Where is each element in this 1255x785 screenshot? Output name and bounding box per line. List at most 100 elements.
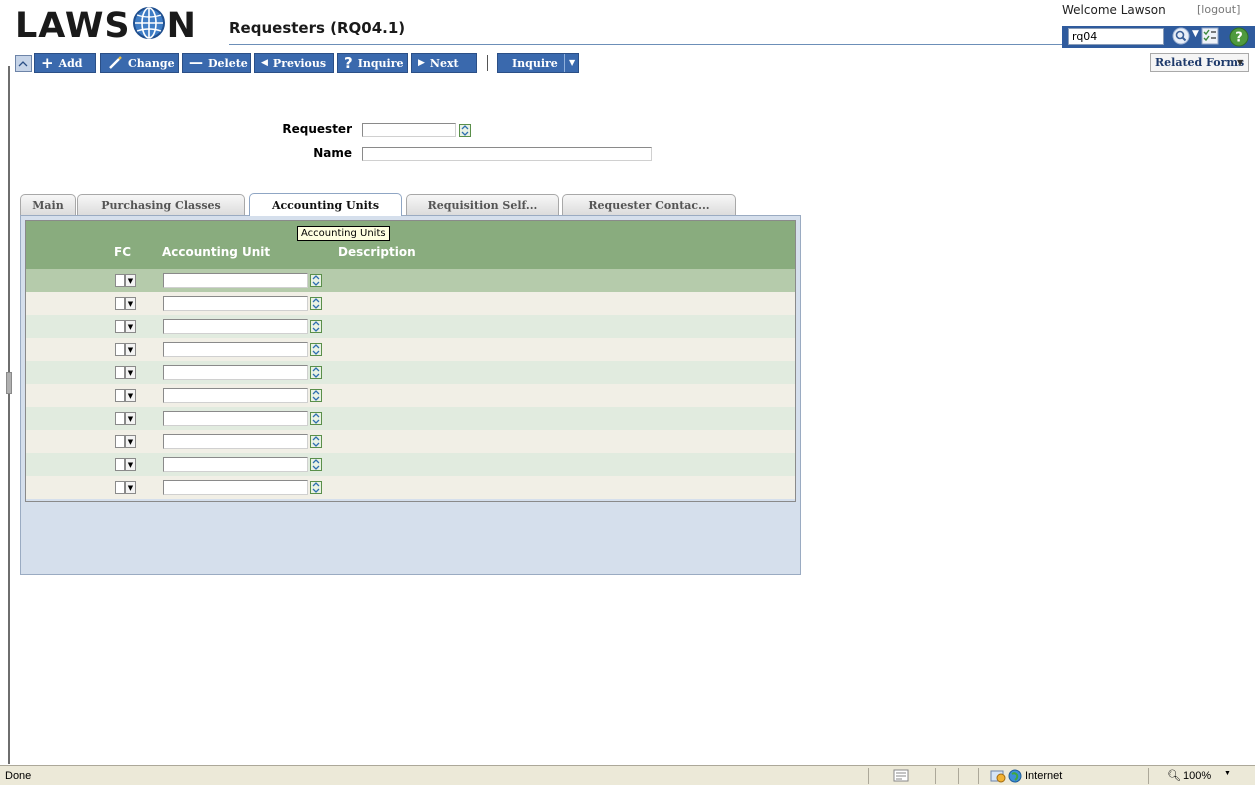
change-button[interactable]: Change: [100, 53, 179, 73]
welcome-text: Welcome Lawson: [1062, 3, 1166, 17]
accounting-unit-input[interactable]: [163, 457, 308, 472]
search-menu-chevron-icon[interactable]: ▼: [1192, 29, 1199, 39]
internet-globe-icon: [1008, 769, 1022, 783]
change-button-label: Change: [128, 56, 175, 70]
checklist-icon[interactable]: [1201, 27, 1219, 45]
select-lookup-icon[interactable]: [310, 274, 322, 287]
grid-header: FC Accounting Unit Description: [26, 221, 795, 269]
status-divider: [1148, 768, 1149, 784]
delete-button-label: Delete: [208, 56, 248, 70]
select-lookup-icon[interactable]: [310, 389, 322, 402]
security-zone-label: Internet: [1025, 770, 1063, 782]
name-input[interactable]: [362, 147, 652, 161]
triangle-left-icon: ◀: [261, 58, 268, 68]
fc-checkbox[interactable]: [115, 343, 125, 356]
fc-dropdown-chevron-down-icon[interactable]: ▼: [125, 320, 136, 333]
tab-requisition-self[interactable]: Requisition Self...: [406, 194, 559, 215]
status-bar: Done Internet 🔍︎ 100% ▼: [0, 765, 1255, 785]
delete-button[interactable]: — Delete: [182, 53, 251, 73]
fc-column-header: FC: [114, 245, 132, 259]
related-forms-dropdown[interactable]: Related Forms ▼: [1150, 53, 1249, 72]
fc-checkbox[interactable]: [115, 274, 125, 287]
status-divider: [978, 768, 979, 784]
requester-input[interactable]: [362, 123, 456, 137]
fc-dropdown-chevron-down-icon[interactable]: ▼: [125, 458, 136, 471]
fc-dropdown-chevron-down-icon[interactable]: ▼: [125, 389, 136, 402]
fc-checkbox[interactable]: [115, 412, 125, 425]
status-text: Done: [5, 770, 32, 782]
fc-checkbox[interactable]: [115, 366, 125, 379]
splitter-handle[interactable]: [6, 372, 12, 394]
fc-dropdown-chevron-down-icon[interactable]: ▼: [125, 343, 136, 356]
search-input[interactable]: [1068, 28, 1164, 45]
accounting-unit-input[interactable]: [163, 342, 308, 357]
page-title: Requesters (RQ04.1): [229, 19, 406, 37]
select-lookup-icon[interactable]: [310, 412, 322, 425]
table-row: ▼: [26, 338, 795, 361]
select-lookup-icon[interactable]: [310, 481, 322, 494]
zoom-chevron-down-icon[interactable]: ▼: [1224, 770, 1231, 777]
select-lookup-icon[interactable]: [310, 343, 322, 356]
protected-mode-icon: [990, 770, 1006, 783]
fc-checkbox[interactable]: [115, 435, 125, 448]
previous-button[interactable]: ◀ Previous: [254, 53, 334, 73]
globe-logo-icon: [132, 7, 165, 39]
select-lookup-icon[interactable]: [310, 297, 322, 310]
tab-main[interactable]: Main: [20, 194, 76, 215]
help-icon[interactable]: ?: [1229, 27, 1249, 47]
description-column-header: Description: [338, 245, 416, 259]
table-row: ▼: [26, 453, 795, 476]
accounting-unit-input[interactable]: [163, 273, 308, 288]
select-lookup-icon[interactable]: [310, 320, 322, 333]
add-button-label: Add: [58, 56, 83, 70]
split-divider: [564, 54, 565, 72]
inquire-menu-button[interactable]: Inquire ▼: [497, 53, 579, 73]
accounting-unit-input[interactable]: [163, 296, 308, 311]
tab-purchasing-classes[interactable]: Purchasing Classes: [77, 194, 245, 215]
select-lookup-icon[interactable]: [310, 366, 322, 379]
fc-dropdown-chevron-down-icon[interactable]: ▼: [125, 412, 136, 425]
accounting-unit-input[interactable]: [163, 319, 308, 334]
inquire-menu-label: Inquire: [512, 56, 558, 70]
expand-arrow-icon: [18, 61, 28, 67]
accounting-unit-input[interactable]: [163, 480, 308, 495]
fc-dropdown-chevron-down-icon[interactable]: ▼: [125, 366, 136, 379]
table-row: ▼: [26, 476, 795, 499]
requester-label: Requester: [282, 122, 352, 136]
tab-label: Requester Contac...: [588, 198, 710, 212]
table-row: ▼: [26, 361, 795, 384]
select-lookup-icon[interactable]: [310, 435, 322, 448]
tab-label: Purchasing Classes: [101, 198, 221, 212]
fc-dropdown-chevron-down-icon[interactable]: ▼: [125, 481, 136, 494]
table-row: ▼: [26, 430, 795, 453]
add-button[interactable]: + Add: [34, 53, 96, 73]
status-divider: [935, 768, 936, 784]
zoom-level[interactable]: 100%: [1183, 770, 1211, 782]
accounting-unit-input[interactable]: [163, 411, 308, 426]
accounting-unit-input[interactable]: [163, 434, 308, 449]
inquire-button[interactable]: ? Inquire: [337, 53, 408, 73]
toolbar-separator: [487, 55, 488, 71]
chevron-down-icon[interactable]: ▼: [569, 57, 575, 67]
fc-checkbox[interactable]: [115, 458, 125, 471]
logout-link[interactable]: [logout]: [1197, 3, 1240, 16]
accounting-unit-input[interactable]: [163, 388, 308, 403]
fc-dropdown-chevron-down-icon[interactable]: ▼: [125, 297, 136, 310]
select-lookup-icon[interactable]: [310, 458, 322, 471]
accounting-units-grid: FC Accounting Unit Description ▼ ▼ ▼ ▼ ▼ ▼ ▼ ▼ ▼…: [25, 220, 796, 502]
accounting-unit-input[interactable]: [163, 365, 308, 380]
select-lookup-icon[interactable]: [459, 124, 471, 137]
search-icon[interactable]: [1172, 27, 1190, 45]
fc-dropdown-chevron-down-icon[interactable]: ▼: [125, 274, 136, 287]
fc-dropdown-chevron-down-icon[interactable]: ▼: [125, 435, 136, 448]
tab-accounting-units[interactable]: Accounting Units: [249, 193, 402, 216]
toolbar-expand-button[interactable]: [15, 55, 32, 72]
triangle-right-icon: ▶: [418, 58, 425, 68]
next-button[interactable]: ▶ Next: [411, 53, 477, 73]
fc-checkbox[interactable]: [115, 481, 125, 494]
fc-checkbox[interactable]: [115, 297, 125, 310]
fc-checkbox[interactable]: [115, 320, 125, 333]
plus-icon: +: [41, 54, 54, 72]
tab-requester-contact[interactable]: Requester Contac...: [562, 194, 736, 215]
fc-checkbox[interactable]: [115, 389, 125, 402]
